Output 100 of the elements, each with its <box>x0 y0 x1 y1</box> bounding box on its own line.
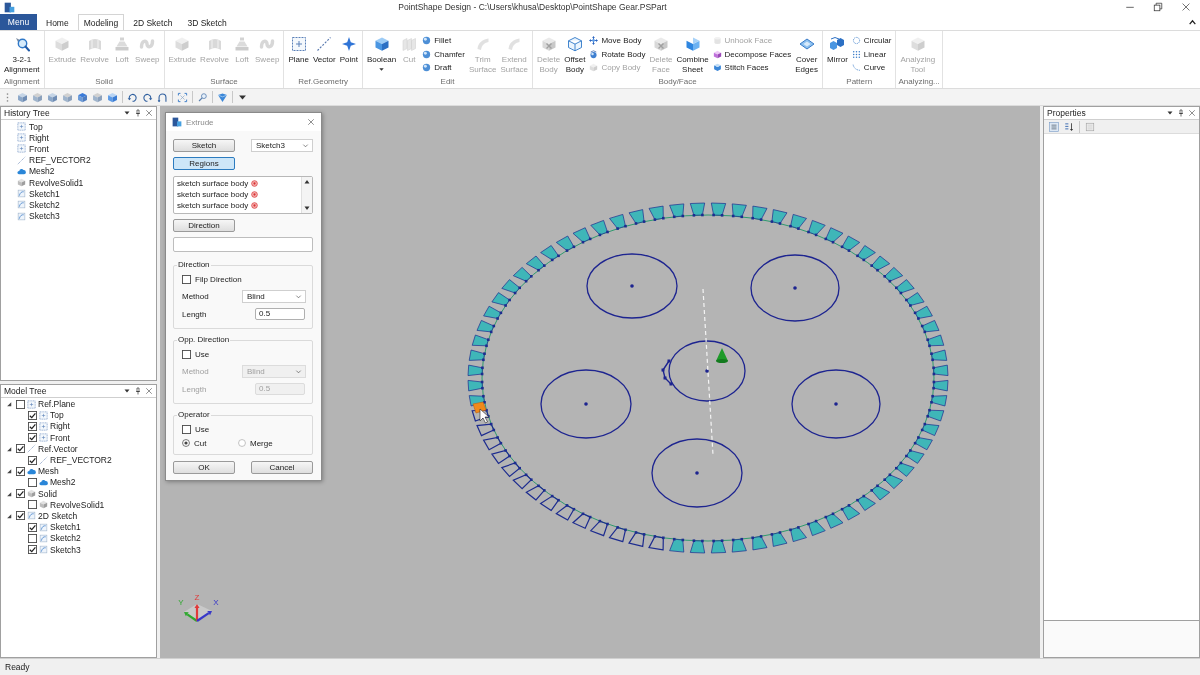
view-cube-icon[interactable] <box>77 91 88 103</box>
checkbox[interactable] <box>28 410 37 420</box>
view-cube-icon[interactable] <box>107 91 118 103</box>
checkbox[interactable] <box>182 424 191 434</box>
tree-item[interactable]: Front <box>29 143 49 154</box>
tree-item[interactable]: Ref.Plane <box>38 399 76 410</box>
checkbox[interactable] <box>28 500 37 510</box>
method-dropdown[interactable]: Blind <box>242 289 306 303</box>
checkbox[interactable] <box>28 455 37 465</box>
list-item[interactable]: sketch surface body <box>177 179 249 188</box>
ribbon-button[interactable]: Fillet <box>420 34 467 48</box>
ribbon-button[interactable]: Rotate Body <box>587 47 648 61</box>
zoom-icon[interactable] <box>197 91 208 103</box>
tree-item[interactable]: Top <box>29 121 43 132</box>
dropdown-icon[interactable] <box>1166 109 1174 117</box>
tree-item[interactable]: Ref.Vector <box>38 443 78 454</box>
expanded-arrow-icon[interactable] <box>6 512 12 519</box>
sketch-button[interactable]: Sketch <box>173 139 235 152</box>
tree-item[interactable]: REF_VECTOR2 <box>29 155 91 166</box>
scrollbar[interactable] <box>301 177 312 213</box>
checkbox[interactable] <box>28 533 37 543</box>
tree-item[interactable]: Front <box>50 432 70 443</box>
tree-item[interactable]: Sketch1 <box>29 188 60 199</box>
tree-item[interactable]: Mesh <box>38 466 59 477</box>
checkbox[interactable] <box>28 522 37 532</box>
ribbon-button[interactable]: Stitch Faces <box>710 61 794 75</box>
menu-button[interactable]: Menu <box>0 14 37 30</box>
checkbox[interactable] <box>16 489 25 499</box>
close-icon[interactable] <box>307 118 315 126</box>
text-field[interactable] <box>173 237 313 252</box>
ribbon-button[interactable]: Curve <box>849 61 894 75</box>
pin-icon[interactable] <box>1177 109 1185 117</box>
sort-icon[interactable] <box>1064 121 1074 132</box>
checkbox[interactable] <box>28 477 37 487</box>
rotate-icon[interactable] <box>142 91 153 103</box>
ribbon-button[interactable]: Mirror <box>824 33 850 65</box>
ribbon-button[interactable]: Point <box>337 33 360 65</box>
sketch-dropdown[interactable]: Sketch3 <box>251 139 313 152</box>
radio-button[interactable] <box>238 439 246 447</box>
list-item[interactable]: sketch surface body <box>177 190 249 199</box>
radio-button[interactable] <box>182 439 190 447</box>
regions-button[interactable]: Regions <box>173 157 235 170</box>
close-icon[interactable] <box>145 109 153 117</box>
view-cube-icon[interactable] <box>17 91 28 103</box>
ribbon-button[interactable]: Combine Sheet <box>674 33 711 75</box>
tree-item[interactable]: Top <box>50 410 64 421</box>
ribbon-button[interactable]: Vector <box>310 33 338 65</box>
zoom-fit-icon[interactable] <box>177 91 188 103</box>
tree-item[interactable]: Sketch3 <box>29 211 60 222</box>
rotate-icon[interactable] <box>127 91 138 103</box>
tree-item[interactable]: 2D Sketch <box>38 510 78 521</box>
tree-item[interactable]: RevolveSolid1 <box>29 177 84 188</box>
ribbon-button[interactable]: 3-2-1 Alignment <box>2 33 42 75</box>
dropdown-icon[interactable] <box>123 109 131 117</box>
expanded-arrow-icon[interactable] <box>6 490 12 497</box>
ribbon-button[interactable]: Boolean <box>364 33 399 73</box>
pin-icon[interactable] <box>134 109 142 117</box>
caret-icon[interactable] <box>1188 17 1197 27</box>
tree-item[interactable]: RevolveSolid1 <box>50 499 105 510</box>
expanded-arrow-icon[interactable] <box>6 401 12 408</box>
checkbox[interactable] <box>16 511 25 521</box>
ribbon-button[interactable]: Cover Edges <box>793 33 820 75</box>
checkbox[interactable] <box>16 466 25 476</box>
checkbox[interactable] <box>28 433 37 443</box>
view-cube-icon[interactable] <box>47 91 58 103</box>
ok-button[interactable]: OK <box>173 461 235 474</box>
ribbon-button[interactable]: Draft <box>420 61 467 75</box>
ribbon-button[interactable]: Circular <box>849 34 894 48</box>
ribbon-tab[interactable]: 3D Sketch <box>181 14 233 30</box>
checkbox[interactable] <box>182 349 191 359</box>
ribbon-button[interactable]: Offset Body <box>562 33 588 75</box>
tree-item[interactable]: Solid <box>38 488 57 499</box>
ribbon-button[interactable]: Linear <box>849 47 894 61</box>
ribbon-button[interactable]: Plane <box>286 33 311 65</box>
tree-item[interactable]: Mesh2 <box>50 477 76 488</box>
checkbox[interactable] <box>182 274 191 284</box>
rotate-icon[interactable] <box>157 91 168 103</box>
close-icon[interactable] <box>1188 109 1196 117</box>
expanded-arrow-icon[interactable] <box>6 445 12 452</box>
scroll-up-icon[interactable] <box>303 178 311 186</box>
tree-item[interactable]: Mesh2 <box>29 166 55 177</box>
tree-item[interactable]: Sketch2 <box>29 199 60 210</box>
tree-item[interactable]: Sketch1 <box>50 522 81 533</box>
checkbox[interactable] <box>16 399 25 409</box>
checkbox[interactable] <box>28 421 37 431</box>
cancel-button[interactable]: Cancel <box>251 461 313 474</box>
length-field[interactable]: 0.5 <box>255 308 305 320</box>
ribbon-tab[interactable]: 2D Sketch <box>127 14 179 30</box>
ribbon-button[interactable]: Chamfer <box>420 47 467 61</box>
tree-item[interactable]: Right <box>50 421 70 432</box>
direction-button[interactable]: Direction <box>173 219 235 232</box>
scroll-down-icon[interactable] <box>303 204 311 212</box>
ribbon-tab[interactable]: Home <box>40 14 75 30</box>
close-icon[interactable] <box>1181 2 1191 12</box>
restore-icon[interactable] <box>1153 2 1163 12</box>
tree-item[interactable]: Sketch2 <box>50 533 81 544</box>
gem-icon[interactable] <box>217 91 228 103</box>
pin-icon[interactable] <box>134 386 142 395</box>
expanded-arrow-icon[interactable] <box>6 468 12 475</box>
ribbon-tab[interactable]: Modeling <box>77 14 125 30</box>
